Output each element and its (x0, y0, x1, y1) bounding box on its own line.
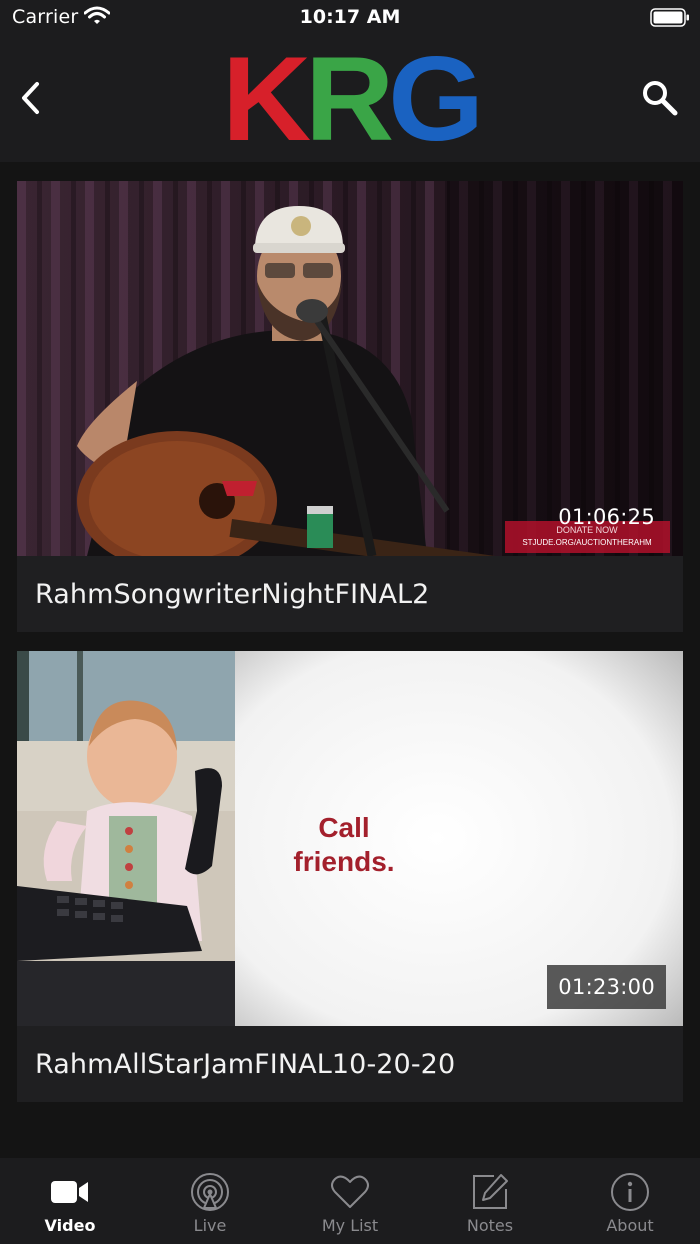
chevron-left-icon (22, 82, 39, 114)
logo-letter: G (388, 50, 478, 146)
donate-banner-url: STJUDE.ORG/AUCTIONTHERAHM (522, 538, 652, 547)
video-list: DONATE NOW STJUDE.ORG/AUCTIONTHERAHM 01:… (0, 162, 700, 1158)
tab-my-list[interactable]: My List (280, 1158, 420, 1244)
nav-bar: KRG (0, 36, 700, 162)
tab-label: My List (321, 1216, 379, 1235)
battery-icon (650, 8, 689, 27)
clock: 10:17 AM (299, 6, 401, 28)
svg-text:KRG: KRG (222, 50, 478, 146)
tab-label: Notes (466, 1216, 514, 1235)
tab-video[interactable]: Video (0, 1158, 140, 1244)
slide-text-line1: Call (318, 812, 369, 843)
tab-label: About (606, 1216, 654, 1235)
video-duration: 01:23:00 (547, 965, 666, 1009)
live-broadcast-icon (191, 1173, 229, 1211)
tab-notes[interactable]: Notes (420, 1158, 560, 1244)
video-duration: 01:06:25 (558, 505, 655, 529)
video-title[interactable]: RahmAllStarJamFINAL10-20-20 (17, 1026, 683, 1102)
video-card[interactable]: Call friends. 01:23:00 RahmAllStarJamFIN… (17, 651, 683, 1102)
tab-live[interactable]: Live (140, 1158, 280, 1244)
tab-about[interactable]: About (560, 1158, 700, 1244)
video-card[interactable]: DONATE NOW STJUDE.ORG/AUCTIONTHERAHM 01:… (17, 181, 683, 632)
search-icon (643, 81, 678, 116)
heart-icon (331, 1175, 369, 1208)
video-title[interactable]: RahmSongwriterNightFINAL2 (17, 556, 683, 632)
search-button[interactable] (640, 78, 680, 118)
video-thumbnail[interactable]: DONATE NOW STJUDE.ORG/AUCTIONTHERAHM 01:… (17, 181, 683, 556)
tab-label: Live (193, 1216, 227, 1235)
logo-letter: K (222, 50, 311, 146)
status-bar: Carrier 10:17 AM (0, 0, 700, 36)
krg-logo: KRG (222, 50, 478, 146)
info-icon (611, 1173, 649, 1211)
back-button[interactable] (14, 78, 48, 118)
slide-text-line2: friends. (293, 846, 394, 877)
video-thumbnail[interactable]: Call friends. 01:23:00 (17, 651, 683, 1026)
notes-edit-icon (473, 1174, 508, 1209)
video-camera-icon (51, 1181, 88, 1203)
logo-letter: R (305, 50, 392, 146)
tab-label: Video (44, 1216, 96, 1235)
tab-bar: Video Live My List Notes About (0, 1158, 700, 1244)
